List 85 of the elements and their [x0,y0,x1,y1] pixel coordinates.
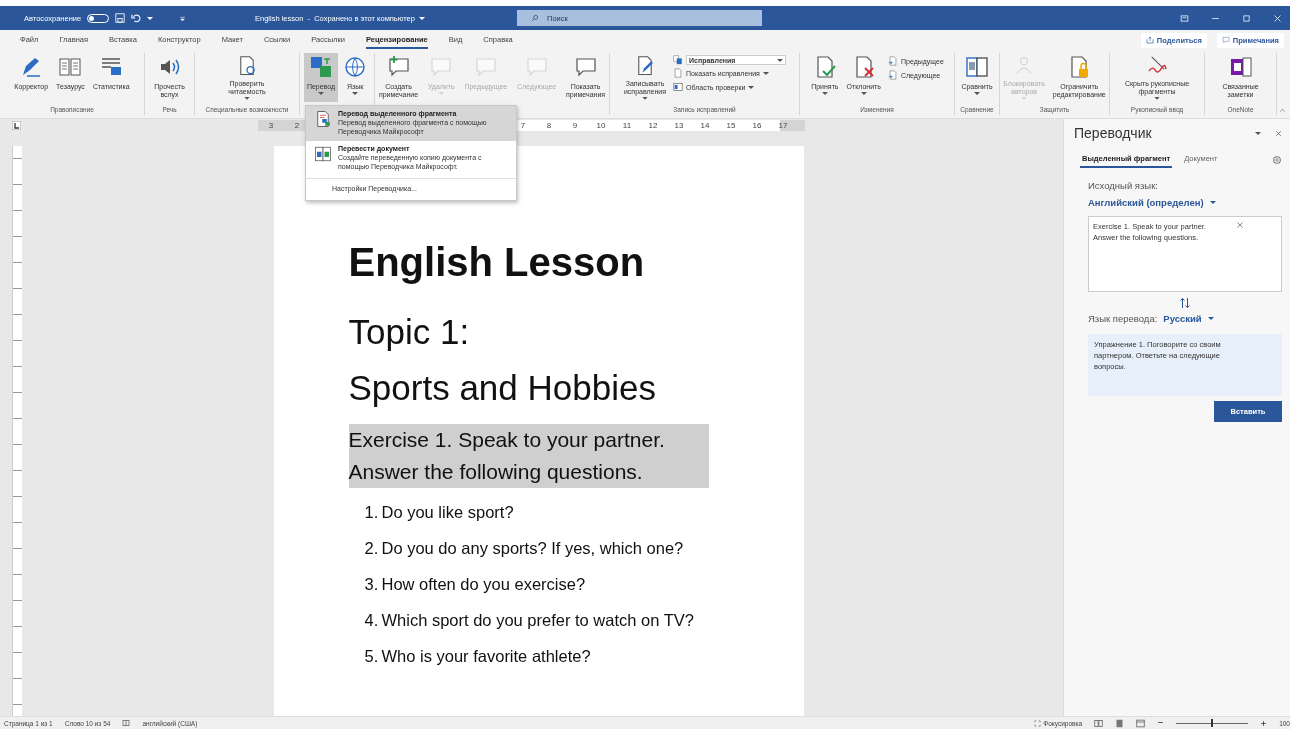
proofing-icon[interactable] [122,719,131,727]
ruler-number: 10 [595,120,607,130]
exercise-text: Exercise 1. Speak to your partner. Answer the following questions. [348,424,709,488]
read-mode-icon[interactable] [1094,718,1104,728]
list-number: 2. [364,538,380,559]
customize-icon[interactable] [179,14,187,22]
comment-icon [473,55,498,79]
caret-icon [642,97,648,100]
comment-icon [524,55,549,79]
list-number: 5. [364,646,380,667]
ruler-number: 16 [751,120,763,130]
caret-icon [418,16,425,20]
question-text: Do you do any sports? If yes, which one? [381,538,684,559]
ruler-number: 12 [647,120,659,130]
question-text: How often do you exercise? [381,574,586,595]
ruler-number: 15 [725,120,737,130]
caret-icon [1209,201,1216,204]
caret-icon [1207,317,1214,320]
track-changes-icon [673,55,684,65]
maximize-icon[interactable] [1242,13,1251,23]
document-title: English Lesson [348,239,646,286]
caret-icon [748,85,755,89]
undo-icon[interactable] [131,13,142,23]
print-layout-icon[interactable] [1115,718,1125,728]
caret-icon [318,92,324,95]
list-number: 3. [364,574,380,595]
search-icon [531,14,539,22]
zoom-slider-thumb[interactable] [1211,718,1214,727]
ruler-number: 3 [267,120,275,130]
ruler-number: 13 [673,120,685,130]
caret-icon [147,16,154,20]
save-icon[interactable] [115,13,126,23]
share-icon [1145,36,1154,44]
list-number: 4. [364,610,380,631]
source-language-label: Исходный язык: [1088,180,1159,191]
compare-icon [965,55,989,79]
panel-icon [673,82,684,92]
pane-title: Переводчик [1074,125,1153,141]
settings-icon[interactable] [1272,154,1282,165]
globe-icon [343,55,368,79]
comment-icon [1221,36,1230,44]
question-text: Do you like sport? [381,502,514,523]
target-language-dropdown[interactable]: Русский [1163,313,1214,324]
document-arrow-icon [888,56,898,66]
topic-heading: Sports and Hobbies [348,367,657,409]
caret-icon [860,92,867,95]
caret-icon [777,58,784,62]
source-language-dropdown[interactable]: Английский (определен) [1088,197,1282,208]
translate-icon [309,55,333,79]
ruler-number: 8 [545,120,553,130]
ruler-number: 9 [571,120,579,130]
caret-icon[interactable] [1255,131,1261,135]
web-layout-icon[interactable] [1136,718,1146,728]
ruler-number: 7 [519,120,527,130]
ruler-number: 14 [699,120,711,130]
question-text: Which sport do you prefer to watch on TV? [381,610,694,631]
comment-plus-icon [386,55,411,79]
comment-icon [429,55,454,79]
caret-icon [762,71,769,75]
focus-icon [1034,719,1042,727]
document-arrow-icon [888,70,898,80]
translate-selection-icon [314,110,332,128]
plus-icon[interactable] [1260,719,1268,727]
topic-heading: Topic 1: [348,311,471,353]
translate-document-icon [314,145,332,163]
document-icon [673,68,684,78]
caret-icon [1154,97,1160,100]
question-text: Who is your favorite athlete? [381,646,591,667]
close-icon[interactable] [1275,129,1282,137]
ruler-number: 11 [621,120,633,130]
clear-icon[interactable] [1236,221,1244,229]
ruler-number: 17 [777,120,789,130]
book-icon [58,55,83,79]
ribbon-display-icon[interactable] [1180,13,1189,23]
caret-icon [244,97,250,100]
comment-icon [573,55,598,79]
tab-stop-icon[interactable] [12,121,21,130]
caret-icon [974,92,980,95]
ruler-number: 2 [293,120,301,130]
swap-icon[interactable] [1179,297,1191,309]
target-language-label: Язык перевода: [1088,313,1158,324]
list-number: 1. [364,502,380,523]
caret-icon [821,92,828,95]
caret-icon [352,92,359,95]
notebook-icon [1228,55,1253,79]
